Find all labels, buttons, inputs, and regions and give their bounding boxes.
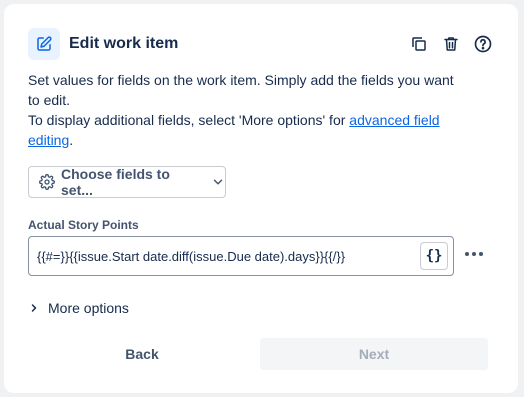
panel-title: Edit work item [69, 35, 179, 52]
header-actions [408, 33, 494, 55]
more-options-label: More options [48, 300, 129, 316]
choose-fields-label: Choose fields to set... [61, 166, 170, 198]
description-line-1: Set values for fields on the work item. … [28, 72, 454, 108]
edit-pencil-icon [28, 28, 60, 60]
field-value[interactable]: {{#=}}{{issue.Start date.diff(issue.Due … [37, 249, 420, 264]
smart-value-button[interactable]: {} [420, 242, 448, 270]
panel-header: Edit work item [28, 24, 494, 64]
description-prefix: To display additional fields, select 'Mo… [28, 112, 350, 128]
description: Set values for fields on the work item. … [28, 70, 468, 150]
gear-icon [39, 174, 55, 190]
more-options-toggle[interactable]: More options [28, 298, 129, 318]
back-button[interactable]: Back [28, 338, 256, 370]
field-label: Actual Story Points [28, 218, 139, 232]
chevron-right-icon [28, 302, 40, 314]
duplicate-icon[interactable] [408, 33, 430, 55]
chevron-down-icon [211, 175, 225, 189]
description-line-2: To display additional fields, select 'Mo… [28, 110, 468, 150]
next-button[interactable]: Next [260, 338, 488, 370]
actual-story-points-input[interactable]: {{#=}}{{issue.Start date.diff(issue.Due … [28, 236, 454, 276]
description-suffix: . [69, 132, 74, 148]
more-actions-icon[interactable] [462, 242, 486, 266]
help-icon[interactable] [472, 33, 494, 55]
edit-work-item-panel: Edit work item Set values for fields on … [4, 4, 518, 393]
delete-icon[interactable] [440, 33, 462, 55]
choose-fields-button[interactable]: Choose fields to set... [28, 166, 226, 198]
